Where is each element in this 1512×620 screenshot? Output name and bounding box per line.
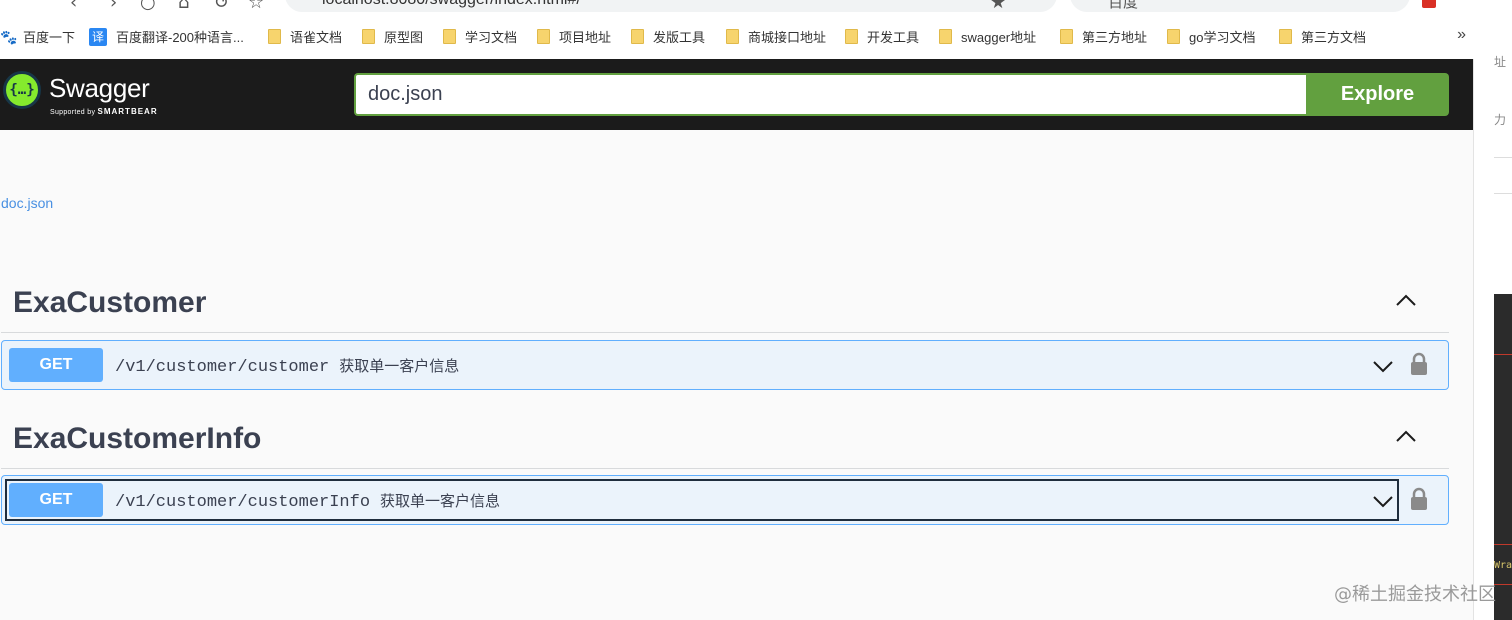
bookmark-label: 百度翻译-200种语言... bbox=[116, 30, 244, 45]
operation-path: /v1/customer/customerInfo 获取单一客户信息 bbox=[115, 490, 500, 512]
bookmark-folder-study[interactable]: 学习文档 bbox=[443, 27, 517, 46]
reload-icon[interactable]: ○ bbox=[140, 0, 156, 13]
logo-sub-prefix: Supported by bbox=[50, 109, 96, 116]
bookmark-folder-release[interactable]: 发版工具 bbox=[631, 27, 705, 46]
bookmarks-more-icon[interactable]: » bbox=[1457, 26, 1466, 44]
bookmark-folder-project[interactable]: 项目地址 bbox=[537, 27, 611, 46]
lock-icon[interactable] bbox=[1409, 352, 1429, 376]
extension-icon[interactable] bbox=[1422, 0, 1436, 8]
tag-title[interactable]: ExaCustomerInfo bbox=[13, 422, 261, 456]
operation-summary: 获取单一客户信息 bbox=[380, 492, 501, 510]
home-icon[interactable]: ⌂ bbox=[178, 0, 189, 13]
bookmark-star-icon[interactable]: ★ bbox=[990, 0, 1006, 13]
folder-icon bbox=[631, 29, 644, 44]
bookmark-baidu[interactable]: 🐾 百度一下 bbox=[0, 27, 75, 46]
folder-icon bbox=[1060, 29, 1073, 44]
bookmarks-bar: 🐾 百度一下 译 百度翻译-200种语言... 语雀文档 原型图 学习文档 项目… bbox=[0, 14, 1512, 59]
browser-search-text[interactable]: 百度 bbox=[1108, 0, 1138, 12]
folder-icon bbox=[726, 29, 739, 44]
swagger-content: doc.json ExaCustomer GET /v1/customer/cu… bbox=[0, 130, 1473, 620]
method-badge: GET bbox=[9, 348, 103, 382]
tag-section-exacustomer[interactable]: ExaCustomer bbox=[1, 276, 1449, 333]
path-text: /v1/customer/customerInfo bbox=[115, 493, 371, 512]
bookmark-label: 第三方文档 bbox=[1301, 30, 1367, 45]
divider bbox=[1494, 157, 1512, 158]
bookmark-label: 学习文档 bbox=[465, 30, 518, 45]
method-badge: GET bbox=[9, 483, 103, 517]
lock-icon[interactable] bbox=[1409, 487, 1429, 511]
folder-icon bbox=[845, 29, 858, 44]
bookmark-folder-devtools[interactable]: 开发工具 bbox=[845, 27, 919, 46]
code-snippet: Wra bbox=[1494, 560, 1512, 571]
opblock-get-customerinfo[interactable]: GET /v1/customer/customerInfo 获取单一客户信息 bbox=[1, 475, 1449, 525]
divider bbox=[1494, 193, 1512, 194]
watermark: @稀土掘金技术社区 bbox=[1334, 584, 1496, 605]
folder-icon bbox=[268, 29, 281, 44]
back-icon[interactable]: ‹ bbox=[70, 0, 77, 13]
bookmark-folder-thirdparty-docs[interactable]: 第三方文档 bbox=[1279, 27, 1366, 46]
swagger-topbar: {…} Swagger Supported by SMARTBEAR doc.j… bbox=[0, 59, 1473, 130]
path-text: /v1/customer/customer bbox=[115, 358, 330, 377]
side-text: 址 bbox=[1494, 55, 1507, 69]
bookmark-label: 语雀文档 bbox=[290, 30, 343, 45]
star-outline-icon[interactable]: ☆ bbox=[248, 0, 264, 13]
browser-toolbar: ‹ › ○ ⌂ ↺ ☆ localhost:8080/swagger/index… bbox=[0, 0, 1512, 14]
divider bbox=[1494, 544, 1512, 545]
bookmark-label: 发版工具 bbox=[653, 30, 706, 45]
folder-icon bbox=[1279, 29, 1292, 44]
bookmark-translate[interactable]: 译 百度翻译-200种语言... bbox=[89, 27, 244, 46]
undo-icon[interactable]: ↺ bbox=[214, 0, 229, 13]
chevron-up-icon[interactable] bbox=[1395, 426, 1417, 448]
side-text: 力 bbox=[1494, 113, 1507, 127]
folder-icon bbox=[537, 29, 550, 44]
bookmark-label: 原型图 bbox=[384, 30, 424, 45]
swagger-logo-icon[interactable]: {…} bbox=[3, 71, 41, 109]
chevron-up-icon[interactable] bbox=[1395, 290, 1417, 312]
operation-summary: 获取单一客户信息 bbox=[339, 357, 460, 375]
address-bar-text[interactable]: localhost:8080/swagger/index.html#/ bbox=[322, 0, 581, 9]
bookmark-label: 项目地址 bbox=[559, 30, 612, 45]
bookmark-label: swagger地址 bbox=[961, 30, 1037, 45]
spec-link[interactable]: doc.json bbox=[1, 195, 53, 211]
translate-icon: 译 bbox=[89, 27, 107, 46]
bookmark-label: 开发工具 bbox=[867, 30, 920, 45]
opblock-summary[interactable]: GET /v1/customer/customerInfo 获取单一客户信息 bbox=[5, 479, 1399, 521]
bookmark-folder-prototype[interactable]: 原型图 bbox=[362, 27, 423, 46]
operation-path: /v1/customer/customer 获取单一客户信息 bbox=[115, 355, 459, 377]
folder-icon bbox=[1167, 29, 1180, 44]
swagger-logo-subtitle: Supported by SMARTBEAR bbox=[50, 107, 158, 116]
folder-icon bbox=[443, 29, 456, 44]
logo-sub-brand: SMARTBEAR bbox=[97, 107, 158, 116]
divider bbox=[1494, 584, 1512, 585]
opblock-get-customer[interactable]: GET /v1/customer/customer 获取单一客户信息 bbox=[1, 340, 1449, 390]
chevron-down-icon[interactable] bbox=[1372, 355, 1394, 377]
divider bbox=[1494, 354, 1512, 355]
bookmark-label: 百度一下 bbox=[23, 30, 76, 45]
explore-button[interactable]: Explore bbox=[1306, 73, 1449, 116]
swagger-logo-text[interactable]: Swagger bbox=[49, 73, 150, 104]
bookmark-folder-yuque[interactable]: 语雀文档 bbox=[268, 27, 342, 46]
bookmark-folder-thirdparty-addr[interactable]: 第三方地址 bbox=[1060, 27, 1147, 46]
bookmark-label: go学习文档 bbox=[1189, 30, 1256, 45]
forward-icon[interactable]: › bbox=[110, 0, 117, 13]
folder-icon bbox=[362, 29, 375, 44]
bookmark-label: 商城接口地址 bbox=[748, 30, 827, 45]
tag-title[interactable]: ExaCustomer bbox=[13, 286, 206, 320]
chevron-down-icon[interactable] bbox=[1372, 490, 1394, 512]
opblock-summary[interactable]: GET /v1/customer/customer 获取单一客户信息 bbox=[7, 346, 1397, 384]
bookmark-folder-mall-api[interactable]: 商城接口地址 bbox=[726, 27, 826, 46]
bookmark-folder-go-docs[interactable]: go学习文档 bbox=[1167, 27, 1255, 46]
bookmark-folder-swagger[interactable]: swagger地址 bbox=[939, 27, 1036, 46]
background-editor: Wra bbox=[1494, 294, 1512, 620]
folder-icon bbox=[939, 29, 952, 44]
bookmark-label: 第三方地址 bbox=[1082, 30, 1148, 45]
tag-section-exacustomerinfo[interactable]: ExaCustomerInfo bbox=[1, 412, 1449, 469]
spec-url-input[interactable]: doc.json bbox=[354, 73, 1308, 116]
baidu-paw-icon: 🐾 bbox=[0, 28, 18, 45]
